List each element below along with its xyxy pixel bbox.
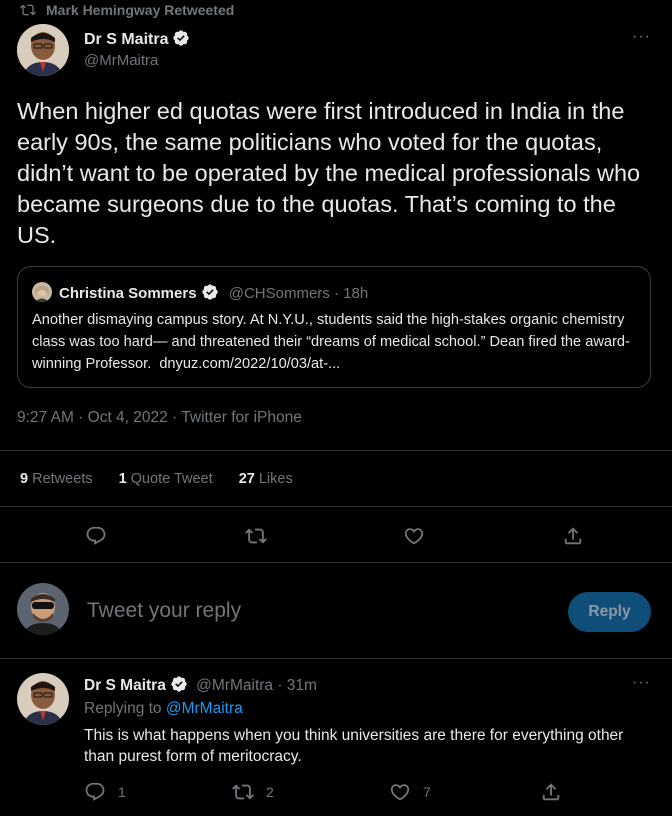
- author-avatar[interactable]: [17, 24, 69, 76]
- divider: [0, 658, 672, 659]
- retweets-stat[interactable]: 9 Retweets: [20, 471, 93, 487]
- author-name-row: Dr S Maitra: [84, 29, 190, 50]
- divider: [0, 506, 672, 507]
- retweet-count: 2: [266, 784, 274, 800]
- verified-badge-icon: [172, 29, 190, 47]
- tweet-timestamp[interactable]: 9:27 AM · Oct 4, 2022 · Twitter for iPho…: [17, 409, 302, 427]
- like-icon[interactable]: [403, 525, 425, 547]
- reply-icon[interactable]: [85, 525, 107, 547]
- divider: [0, 450, 672, 451]
- quote-link[interactable]: dnyuz.com/2022/10/03/at-...: [159, 356, 340, 372]
- tweet-body: When higher ed quotas were first introdu…: [17, 98, 641, 248]
- quote-author-avatar: [32, 282, 52, 302]
- author-name[interactable]: Dr S Maitra: [84, 31, 168, 48]
- divider: [0, 562, 672, 563]
- reply-retweet-action[interactable]: 2: [232, 781, 274, 803]
- retweet-icon: [20, 2, 36, 18]
- reply-author-name[interactable]: Dr S Maitra: [84, 677, 166, 694]
- retweet-icon[interactable]: [232, 781, 254, 803]
- replying-to-label: Replying to: [84, 700, 162, 717]
- like-count: 7: [423, 784, 431, 800]
- quote-author-row: Christina Sommers @CHSommers · 18h: [59, 283, 368, 302]
- reply-button[interactable]: Reply: [568, 592, 651, 632]
- retweet-icon[interactable]: [245, 525, 267, 547]
- quote-author-handle: @CHSommers: [228, 285, 330, 302]
- reply-body: This is what happens when you think univ…: [84, 727, 624, 765]
- current-user-avatar[interactable]: [17, 583, 69, 635]
- quote-body-wrap: Another dismaying campus story. At N.Y.U…: [32, 309, 642, 375]
- reply-more-options-icon[interactable]: ···: [632, 674, 651, 692]
- replying-to-handle[interactable]: @MrMaitra: [166, 700, 243, 717]
- share-icon[interactable]: [540, 781, 562, 803]
- quote-tweet-card[interactable]: Christina Sommers @CHSommers · 18h Anoth…: [17, 266, 651, 388]
- reply-icon[interactable]: [84, 781, 106, 803]
- author-handle[interactable]: @MrMaitra: [84, 52, 158, 69]
- quote-time: · 18h: [333, 285, 369, 302]
- quote-verified-badge-icon: [201, 283, 219, 301]
- reply-reply-action[interactable]: 1: [84, 781, 126, 803]
- more-options-icon[interactable]: ···: [632, 28, 651, 46]
- reply-author-handle[interactable]: @MrMaitra: [196, 677, 273, 694]
- reply-like-action[interactable]: 7: [389, 781, 431, 803]
- like-icon[interactable]: [389, 781, 411, 803]
- reply-author-avatar[interactable]: [17, 673, 69, 725]
- reply-author-row: Dr S Maitra @MrMaitra · 31m: [84, 675, 317, 695]
- replying-to-row: Replying to @MrMaitra: [84, 700, 243, 718]
- quote-author-name: Christina Sommers: [59, 285, 197, 302]
- retweet-header: Mark Hemingway Retweeted: [20, 1, 234, 19]
- share-icon[interactable]: [562, 525, 584, 547]
- quotes-stat[interactable]: 1 Quote Tweet: [119, 471, 213, 487]
- reply-verified-badge-icon: [170, 675, 188, 693]
- reply-share-action[interactable]: [540, 781, 562, 803]
- reply-input[interactable]: Tweet your reply: [87, 599, 241, 623]
- reply-count: 1: [118, 784, 126, 800]
- retweet-header-text[interactable]: Mark Hemingway Retweeted: [46, 2, 234, 18]
- reply-time[interactable]: · 31m: [277, 677, 317, 694]
- likes-stat[interactable]: 27 Likes: [239, 471, 293, 487]
- tweet-stats: 9 Retweets 1 Quote Tweet 27 Likes: [20, 471, 293, 487]
